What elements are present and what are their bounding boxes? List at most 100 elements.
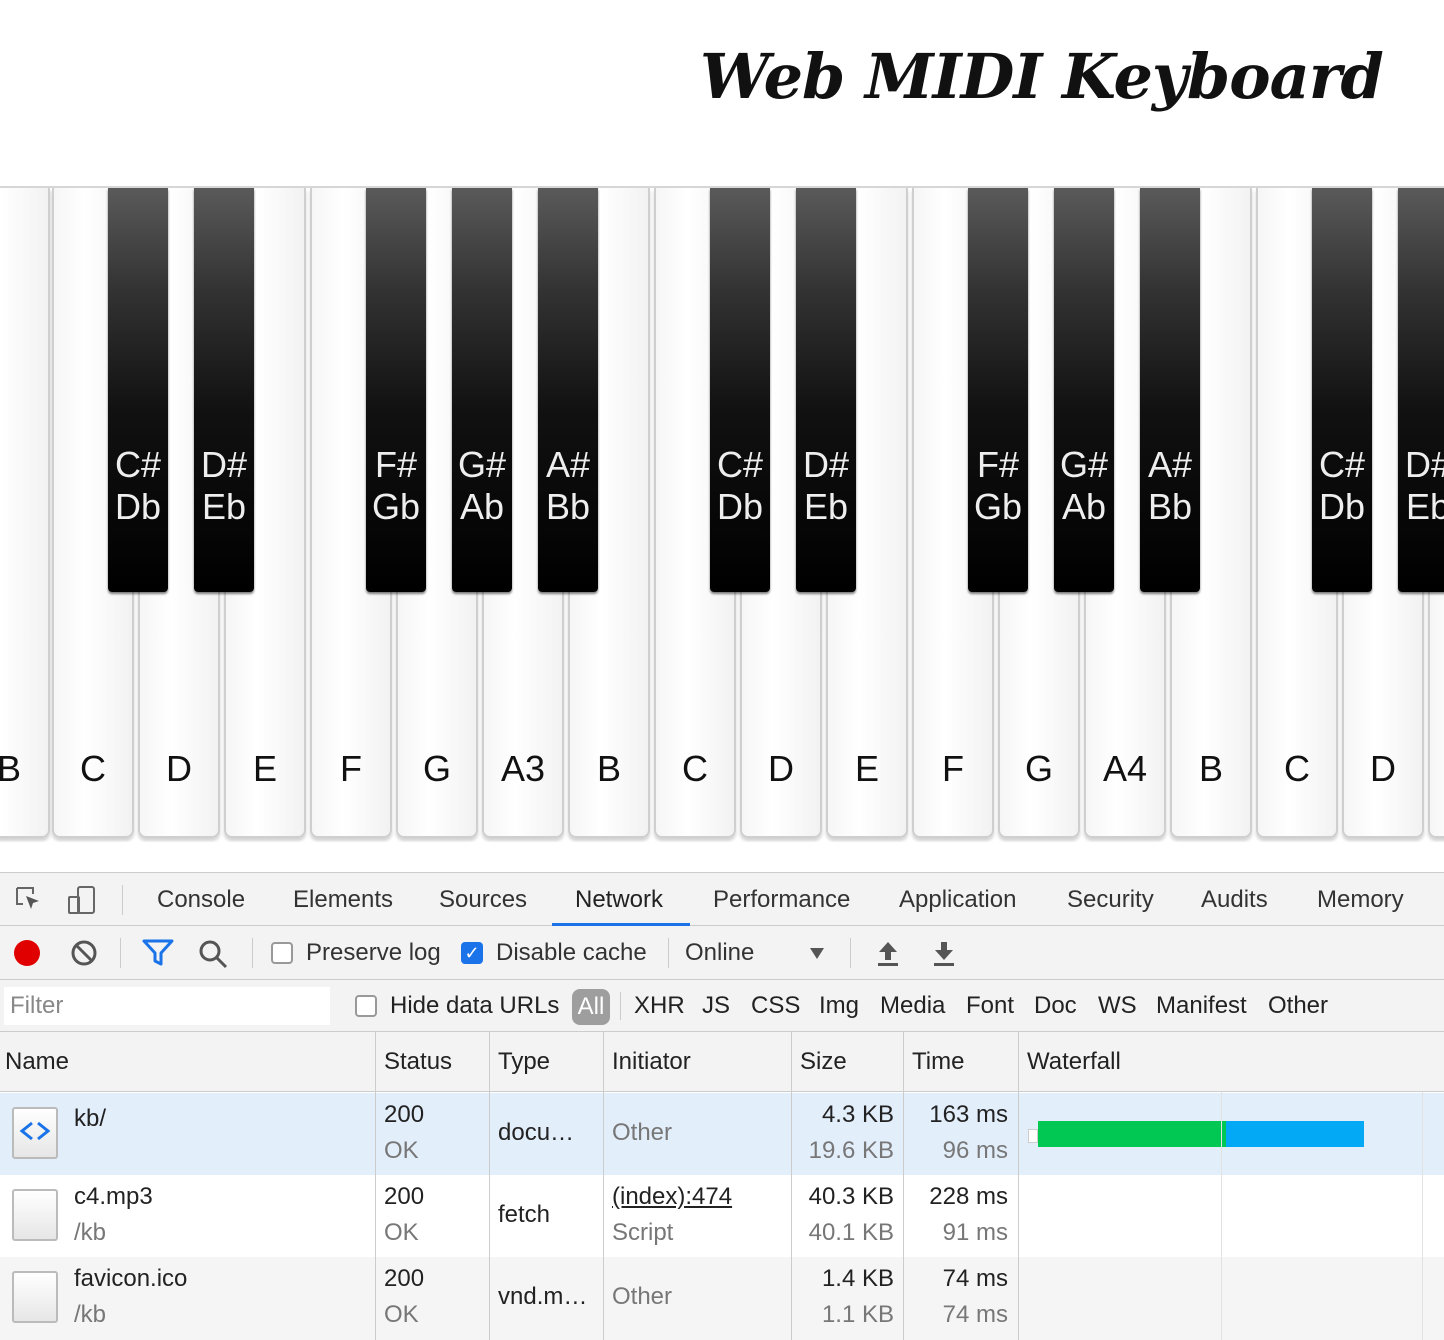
table-row[interactable]: favicon.ico /kb 200 OK vnd.m… Other 1.4 … <box>0 1257 1444 1340</box>
table-header: Name Status Type Initiator Size Time Wat… <box>0 1032 1444 1092</box>
request-time: 74 ms <box>942 1265 1008 1292</box>
filter-type-img[interactable]: Img <box>819 980 859 1032</box>
tab-audits[interactable]: Audits <box>1201 873 1268 927</box>
white-key-label: G <box>1024 748 1053 789</box>
throttling-select[interactable]: Online <box>685 926 754 980</box>
tab-performance[interactable]: Performance <box>713 873 850 927</box>
preserve-log-checkbox[interactable] <box>271 942 293 964</box>
filter-type-other[interactable]: Other <box>1268 980 1328 1032</box>
black-key[interactable]: A# Bb <box>1140 188 1200 592</box>
tab-memory[interactable]: Memory <box>1317 873 1404 927</box>
filter-type-manifest[interactable]: Manifest <box>1156 980 1247 1032</box>
white-key[interactable]: B <box>0 188 50 838</box>
request-size: 40.3 KB <box>808 1183 894 1210</box>
request-resource-size: 19.6 KB <box>808 1137 894 1164</box>
white-key-label: E <box>854 748 879 789</box>
black-key[interactable]: F# Gb <box>968 188 1028 592</box>
hide-data-urls-checkbox[interactable] <box>355 995 377 1017</box>
white-key-label: D <box>166 748 192 789</box>
white-key-label: B <box>596 748 621 789</box>
table-row[interactable]: kb/ 200 OK docu… Other 4.3 KB 19.6 KB 16… <box>0 1093 1444 1175</box>
black-key[interactable]: F# Gb <box>366 188 426 592</box>
filter-type-css[interactable]: CSS <box>751 980 800 1032</box>
request-latency: 74 ms <box>942 1301 1008 1328</box>
filter-icon[interactable] <box>142 939 174 972</box>
column-divider[interactable] <box>489 1032 490 1340</box>
black-key[interactable]: D#Eb <box>796 188 856 592</box>
white-key-label: A4 <box>1102 748 1148 789</box>
tab-console[interactable]: Console <box>157 873 245 927</box>
filter-type-ws[interactable]: WS <box>1098 980 1137 1032</box>
filter-type-xhr[interactable]: XHR <box>634 980 685 1032</box>
black-key[interactable]: G# Ab <box>1054 188 1114 592</box>
black-key[interactable]: C# Db <box>1312 188 1372 592</box>
search-icon[interactable] <box>198 939 228 974</box>
black-key[interactable]: D#Eb <box>1398 188 1444 592</box>
import-har-icon[interactable] <box>876 939 900 972</box>
request-latency: 96 ms <box>942 1137 1008 1164</box>
export-har-icon[interactable] <box>932 939 956 972</box>
white-key-label: B <box>1198 748 1223 789</box>
clear-icon[interactable] <box>70 939 98 972</box>
tab-security[interactable]: Security <box>1067 873 1154 927</box>
disable-cache-label[interactable]: Disable cache <box>496 926 647 980</box>
white-key-label: B <box>0 748 48 790</box>
black-key[interactable]: G# Ab <box>452 188 512 592</box>
device-toolbar-icon[interactable] <box>66 885 98 922</box>
black-key[interactable]: C# Db <box>108 188 168 592</box>
record-icon[interactable] <box>14 940 40 966</box>
column-header-time[interactable]: Time <box>912 1032 964 1092</box>
table-row[interactable]: c4.mp3 /kb 200 OK fetch (index):474 Scri… <box>0 1175 1444 1257</box>
white-key-label: C <box>682 748 708 789</box>
preserve-log-label[interactable]: Preserve log <box>306 926 441 980</box>
filter-type-doc[interactable]: Doc <box>1034 980 1077 1032</box>
filter-type-media[interactable]: Media <box>880 980 945 1032</box>
column-header-type[interactable]: Type <box>498 1032 550 1092</box>
filter-type-font[interactable]: Font <box>966 980 1014 1032</box>
request-resource-size: 40.1 KB <box>808 1219 894 1246</box>
request-name: kb/ <box>74 1105 107 1132</box>
column-divider[interactable] <box>1018 1032 1019 1340</box>
black-key[interactable]: A# Bb <box>538 188 598 592</box>
black-key-label: G# Ab <box>457 444 507 527</box>
devtools-panel: Console Elements Sources Network Perform… <box>0 872 1444 1340</box>
disable-cache-checkbox[interactable]: ✓ <box>461 942 483 964</box>
black-key-label: C# Db <box>1318 444 1366 527</box>
request-size: 1.4 KB <box>821 1265 894 1292</box>
request-name: favicon.ico <box>74 1265 188 1292</box>
tab-application[interactable]: Application <box>899 873 1016 927</box>
inspect-element-icon[interactable] <box>14 885 44 920</box>
chevron-down-icon[interactable] <box>810 948 824 959</box>
column-header-status[interactable]: Status <box>384 1032 452 1092</box>
tab-elements[interactable]: Elements <box>293 873 393 927</box>
hide-data-urls-label[interactable]: Hide data URLs <box>390 980 559 1032</box>
column-divider[interactable] <box>791 1032 792 1340</box>
request-initiator-link[interactable]: (index):474 <box>612 1183 732 1211</box>
white-key-label: F <box>942 748 964 789</box>
requests-table: Name Status Type Initiator Size Time Wat… <box>0 1032 1444 1340</box>
filter-type-all[interactable]: All <box>572 989 610 1025</box>
black-key-label: F# Gb <box>973 444 1023 527</box>
black-key-label: F# Gb <box>371 444 421 527</box>
filter-type-js[interactable]: JS <box>702 980 730 1032</box>
request-path: /kb <box>74 1301 107 1328</box>
column-header-waterfall[interactable]: Waterfall <box>1027 1032 1121 1092</box>
column-divider[interactable] <box>603 1032 604 1340</box>
filter-input[interactable] <box>4 987 330 1025</box>
tab-sources[interactable]: Sources <box>439 873 527 927</box>
page-title: Web MIDI Keyboard <box>700 40 1384 113</box>
black-key[interactable]: D#Eb <box>194 188 254 592</box>
black-key-label: D#Eb <box>1404 444 1444 527</box>
column-divider[interactable] <box>903 1032 904 1340</box>
column-header-name[interactable]: Name <box>5 1032 69 1092</box>
black-key[interactable]: C# Db <box>710 188 770 592</box>
column-divider[interactable] <box>375 1032 376 1340</box>
piano-keyboard: B C D E F G A3 B C D E F G A4 B C D C#Db… <box>0 186 1444 842</box>
column-header-initiator[interactable]: Initiator <box>612 1032 691 1092</box>
request-status: 200 <box>384 1101 425 1128</box>
column-header-size[interactable]: Size <box>800 1032 847 1092</box>
request-status: 200 <box>384 1183 425 1210</box>
devtools-tabbar: Console Elements Sources Network Perform… <box>0 872 1444 926</box>
request-path: /kb <box>74 1219 107 1246</box>
tab-network[interactable]: Network <box>575 873 663 927</box>
